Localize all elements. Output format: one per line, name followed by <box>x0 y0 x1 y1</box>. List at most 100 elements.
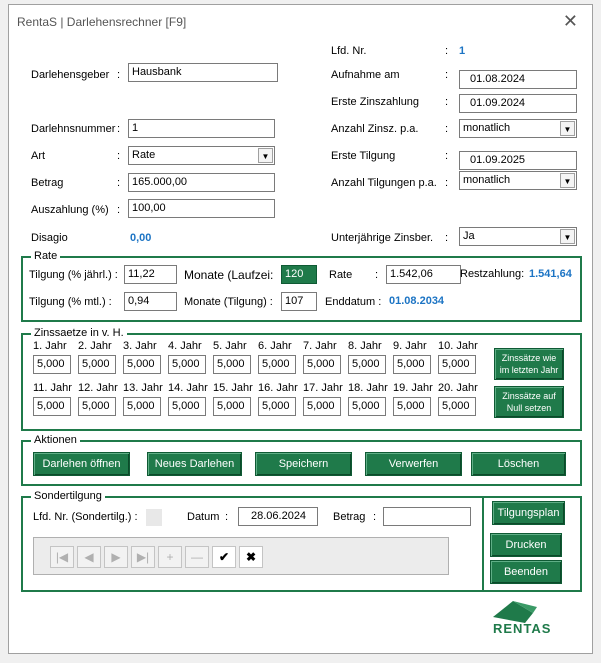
aufnahme-input[interactable]: 01.08.2024 <box>459 70 577 89</box>
betrag-input[interactable]: 165.000,00 <box>128 173 275 192</box>
zins-rate-input[interactable]: 5,000 <box>258 397 296 416</box>
zins-year-label: 12. Jahr <box>78 382 118 394</box>
auszahlung-input[interactable]: 100,00 <box>128 199 275 218</box>
anzahl-zins-value: monatlich <box>463 122 511 134</box>
monate-tilgung-label: Monate (Tilgung) : <box>184 296 273 308</box>
prev-record-icon[interactable]: ◀ <box>77 546 101 568</box>
rate-group-title: Rate <box>31 250 61 262</box>
lfd-nr-label: Lfd. Nr. <box>331 45 367 57</box>
sonder-lfd-label: Lfd. Nr. (Sondertilg.) : <box>33 511 138 523</box>
erste-tilgung-input[interactable]: 01.09.2025 <box>459 151 577 170</box>
lfd-nr-value: 1 <box>459 45 466 57</box>
monate-laufzeit-value[interactable]: 120 <box>281 265 317 284</box>
zins-rate-input[interactable]: 5,000 <box>258 355 296 374</box>
verwerfen-button[interactable]: Verwerfen <box>365 452 462 476</box>
zins-year-label: 16. Jahr <box>258 382 298 394</box>
datum-label: Datum <box>187 511 220 523</box>
rate-label: Rate <box>329 269 353 281</box>
monate-tilgung-input[interactable]: 107 <box>281 292 317 311</box>
add-record-icon[interactable]: + <box>158 546 182 568</box>
record-navigator: |◀ ◀ ▶ ▶| + — ✔ ✖ <box>33 537 449 575</box>
close-icon[interactable]: ✕ <box>563 11 578 32</box>
zins-year-label: 10. Jahr <box>438 340 478 352</box>
speichern-button[interactable]: Speichern <box>255 452 352 476</box>
zins-year-label: 2. Jahr <box>78 340 112 352</box>
darlehen-oeffnen-button[interactable]: Darlehen öffnen <box>33 452 130 476</box>
rentas-logo-text: RENTAS <box>493 621 552 636</box>
zins-rate-input[interactable]: 5,000 <box>303 397 341 416</box>
anzahl-tilgungen-label: Anzahl Tilgungen p.a. <box>331 177 437 189</box>
chevron-down-icon[interactable]: ▼ <box>560 229 575 244</box>
zins-rate-input[interactable]: 5,000 <box>78 397 116 416</box>
zins-year-label: 1. Jahr <box>33 340 67 352</box>
darlehensgeber-input[interactable]: Hausbank <box>128 63 278 82</box>
next-record-icon[interactable]: ▶ <box>104 546 128 568</box>
sondertilgung-group-title: Sondertilgung <box>31 490 105 502</box>
button-line: Zinssätze wie <box>501 353 557 363</box>
chevron-down-icon[interactable]: ▼ <box>560 121 575 136</box>
sonder-betrag-input[interactable] <box>383 507 471 526</box>
unterjaehrig-label: Unterjährige Zinsber. <box>331 232 434 244</box>
neues-darlehen-button[interactable]: Neues Darlehen <box>147 452 242 476</box>
enddatum-value: 01.08.2034 <box>389 295 445 307</box>
anzahl-zins-select[interactable]: monatlich ▼ <box>459 119 577 138</box>
delete-record-icon[interactable]: — <box>185 546 209 568</box>
restzahlung-label: Restzahlung: <box>460 268 525 280</box>
enddatum-label: Enddatum : <box>325 296 382 308</box>
zins-rate-input[interactable]: 5,000 <box>123 355 161 374</box>
zins-year-label: 11. Jahr <box>33 382 72 394</box>
window-title: RentaS | Darlehensrechner [F9] <box>17 15 187 29</box>
zins-rate-input[interactable]: 5,000 <box>348 397 386 416</box>
tilgungsplan-button[interactable]: Tilgungsplan <box>492 501 565 525</box>
zinssaetze-null-button[interactable]: Zinssätze auf Null setzen <box>494 386 564 418</box>
zins-rate-input[interactable]: 5,000 <box>33 397 71 416</box>
chevron-down-icon[interactable]: ▼ <box>560 173 575 188</box>
zins-rate-input[interactable]: 5,000 <box>123 397 161 416</box>
rate-input[interactable]: 1.542,06 <box>386 265 461 284</box>
cancel-icon[interactable]: ✖ <box>239 546 263 568</box>
confirm-icon[interactable]: ✔ <box>212 546 236 568</box>
zins-year-label: 6. Jahr <box>258 340 292 352</box>
zinssaetze-letzten-jahr-button[interactable]: Zinssätze wie im letzten Jahr <box>494 348 564 380</box>
anzahl-zins-label: Anzahl Zinsz. p.a. <box>331 123 419 135</box>
zins-rate-input[interactable]: 5,000 <box>348 355 386 374</box>
zins-rate-input[interactable]: 5,000 <box>168 397 206 416</box>
disagio-value: 0,00 <box>130 232 152 244</box>
zins-rate-input[interactable]: 5,000 <box>168 355 206 374</box>
loeschen-button[interactable]: Löschen <box>471 452 566 476</box>
zins-rate-input[interactable]: 5,000 <box>393 355 431 374</box>
tilgung-jaehrl-input[interactable]: 11,22 <box>124 265 177 284</box>
datum-input[interactable]: 28.06.2024 <box>238 507 318 526</box>
zins-year-label: 17. Jahr <box>303 382 343 394</box>
erste-zinszahlung-label: Erste Zinszahlung <box>331 96 420 108</box>
darlehensnummer-input[interactable]: 1 <box>128 119 275 138</box>
darlehensnummer-label: Darlehnsnummer <box>31 123 116 135</box>
zins-rate-input[interactable]: 5,000 <box>78 355 116 374</box>
zins-year-label: 14. Jahr <box>168 382 208 394</box>
sonder-divider <box>482 496 484 592</box>
zins-rate-input[interactable]: 5,000 <box>438 397 476 416</box>
zins-rate-input[interactable]: 5,000 <box>33 355 71 374</box>
tilgung-mtl-input[interactable]: 0,94 <box>124 292 177 311</box>
anzahl-tilgungen-select[interactable]: monatlich ▼ <box>459 171 577 190</box>
first-record-icon[interactable]: |◀ <box>50 546 74 568</box>
beenden-button[interactable]: Beenden <box>490 560 562 584</box>
zins-rate-input[interactable]: 5,000 <box>438 355 476 374</box>
anzahl-tilgungen-value: monatlich <box>463 174 511 186</box>
drucken-button[interactable]: Drucken <box>490 533 562 557</box>
erste-zinszahlung-input[interactable]: 01.09.2024 <box>459 94 577 113</box>
title-bar: RentaS | Darlehensrechner [F9] ✕ <box>9 5 592 37</box>
zins-year-label: 3. Jahr <box>123 340 157 352</box>
zins-rate-input[interactable]: 5,000 <box>213 397 251 416</box>
unterjaehrig-select[interactable]: Ja ▼ <box>459 227 577 246</box>
sonder-betrag-label: Betrag <box>333 511 366 523</box>
zins-year-label: 20. Jahr <box>438 382 478 394</box>
last-record-icon[interactable]: ▶| <box>131 546 155 568</box>
zins-rate-input[interactable]: 5,000 <box>393 397 431 416</box>
darlehensrechner-window: RentaS | Darlehensrechner [F9] ✕ Darlehe… <box>8 4 593 654</box>
zins-rate-input[interactable]: 5,000 <box>213 355 251 374</box>
art-select[interactable]: Rate ▼ <box>128 146 275 165</box>
zins-rate-input[interactable]: 5,000 <box>303 355 341 374</box>
chevron-down-icon[interactable]: ▼ <box>258 148 273 163</box>
art-value: Rate <box>132 149 156 161</box>
